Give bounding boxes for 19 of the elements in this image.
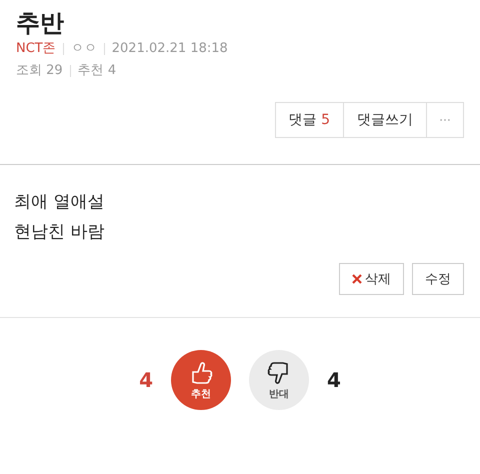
edit-button[interactable]: 수정: [412, 263, 464, 295]
post-text: 최애 열애설: [14, 191, 106, 214]
delete-button[interactable]: 삭제: [339, 263, 404, 295]
oppose-total: 4: [327, 368, 341, 392]
more-button[interactable]: [426, 102, 464, 138]
more-icon: [440, 118, 450, 122]
post-title: 추반: [15, 8, 65, 38]
post-text: 현남친 바람: [14, 221, 106, 244]
post-date: 2021.02.21 18:18: [112, 40, 228, 58]
recommend-button[interactable]: 추천: [171, 350, 231, 410]
oppose-button[interactable]: 반대: [249, 350, 309, 410]
comments-button[interactable]: 댓글 5: [274, 102, 344, 138]
author-name[interactable]: NCT존: [16, 38, 56, 60]
recommend-count: 추천 4: [78, 62, 116, 80]
nickname: ㅇㅇ: [70, 40, 97, 58]
close-icon: [352, 274, 362, 284]
recommend-total: 4: [139, 368, 153, 392]
write-comment-button[interactable]: 댓글쓰기: [343, 102, 427, 138]
view-count: 조회 29: [16, 62, 63, 80]
